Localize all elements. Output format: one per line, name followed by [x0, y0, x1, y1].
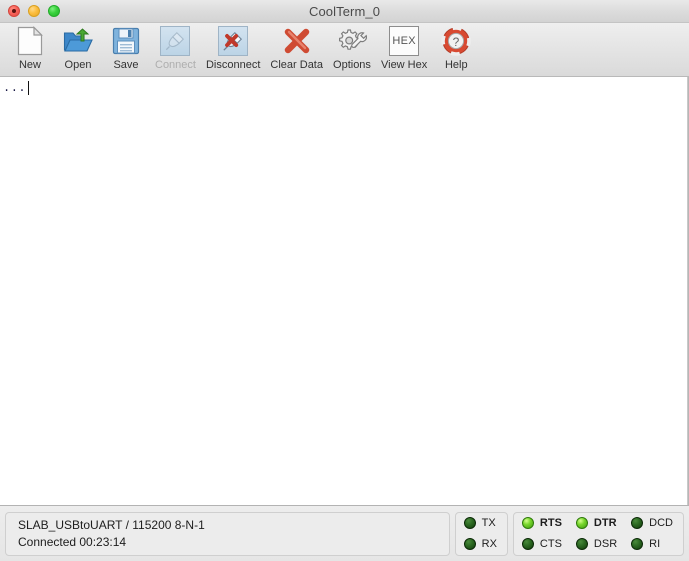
terminal-text: ... [3, 81, 27, 95]
led-indicator-icon [463, 538, 476, 551]
led-tx: TX [463, 513, 497, 532]
toolbar-label: Save [113, 59, 139, 71]
floppy-disk-icon [109, 24, 143, 58]
gear-wrench-icon [335, 24, 369, 58]
led-label: DSR [593, 538, 618, 551]
signal-led-panel: RTS CTS DTR DSR DCD RI [512, 511, 684, 556]
coolterm-window: CoolTerm_0 New Open Save Connect Disconn… [0, 0, 689, 561]
port-settings-text: SLAB_USBtoUART / 115200 8-N-1 [18, 517, 205, 532]
hex-box-text: HEX [392, 35, 416, 47]
led-rx: RX [463, 535, 497, 554]
life-ring-help-icon: ? [439, 24, 473, 58]
close-button[interactable] [8, 5, 20, 17]
view-hex-button[interactable]: HEX View Hex [376, 23, 432, 75]
open-folder-icon [61, 24, 95, 58]
led-label: DCD [649, 516, 673, 529]
terminal-text-line: ... [3, 81, 30, 95]
open-button[interactable]: Open [54, 23, 102, 75]
led-ri: RI [631, 535, 673, 554]
led-dtr: DTR [575, 513, 617, 532]
vertical-scrollbar[interactable] [687, 77, 688, 505]
disconnect-button[interactable]: Disconnect [201, 23, 265, 75]
new-document-icon [13, 24, 47, 58]
new-button[interactable]: New [6, 23, 54, 75]
led-indicator-icon [575, 538, 588, 551]
text-caret [28, 81, 30, 95]
toolbar-label: Open [64, 59, 92, 71]
led-dsr: DSR [575, 535, 618, 554]
zoom-button[interactable] [48, 5, 60, 17]
toolbar-label: Help [444, 59, 468, 71]
led-label: TX [481, 516, 496, 529]
connection-state-text: Connected 00:23:14 [18, 534, 127, 549]
plug-disconnect-icon [216, 24, 250, 58]
toolbar-label: Disconnect [205, 59, 261, 71]
led-indicator-icon [575, 516, 588, 529]
plug-connect-icon [158, 24, 192, 58]
clear-data-button[interactable]: Clear Data [265, 23, 328, 75]
led-indicator-icon [521, 538, 534, 551]
terminal-output-area[interactable]: ... [0, 77, 689, 505]
led-label: RX [481, 538, 497, 551]
led-cts: CTS [521, 535, 562, 554]
led-indicator-icon [463, 516, 476, 529]
toolbar-label: Options [333, 59, 371, 71]
options-button[interactable]: Options [328, 23, 376, 75]
traffic-lights [8, 5, 60, 17]
toolbar: New Open Save Connect Disconnect Clear D… [0, 23, 689, 77]
led-label: RI [649, 538, 661, 551]
led-indicator-icon [631, 538, 644, 551]
connect-button: Connect [150, 23, 201, 75]
led-label: RTS [539, 516, 562, 529]
svg-text:?: ? [453, 35, 460, 49]
minimize-button[interactable] [28, 5, 40, 17]
save-button[interactable]: Save [102, 23, 150, 75]
toolbar-label: View Hex [380, 59, 428, 71]
toolbar-label: Connect [155, 59, 196, 71]
led-dcd: DCD [631, 513, 673, 532]
toolbar-label: Clear Data [270, 59, 323, 71]
led-indicator-icon [521, 516, 534, 529]
hex-box-icon: HEX [387, 24, 421, 58]
led-label: CTS [539, 538, 562, 551]
led-label: DTR [593, 516, 617, 529]
data-led-panel: TX RX [454, 511, 508, 556]
connection-info-panel: SLAB_USBtoUART / 115200 8-N-1 Connected … [5, 511, 450, 556]
title-bar: CoolTerm_0 [0, 0, 689, 23]
window-title: CoolTerm_0 [308, 3, 381, 19]
help-button[interactable]: ? Help [432, 23, 480, 75]
toolbar-label: New [18, 59, 41, 71]
led-rts: RTS [521, 513, 562, 532]
status-bar: SLAB_USBtoUART / 115200 8-N-1 Connected … [0, 505, 689, 561]
red-x-icon [280, 24, 314, 58]
led-indicator-icon [631, 516, 644, 529]
